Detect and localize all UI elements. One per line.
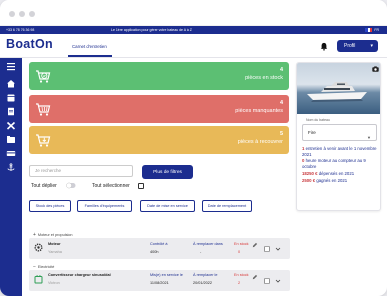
window-dot — [9, 11, 15, 17]
engine-hours-label: heure moteur au compteur au 9 octobre — [302, 158, 366, 169]
missing-count: 4 — [279, 100, 283, 106]
profile-label: Profil — [344, 43, 356, 49]
boat-name-label: Nom du bateau — [306, 118, 330, 122]
col1-label: Mis(e) en service le — [150, 273, 183, 277]
chevron-down-icon[interactable] — [275, 278, 281, 284]
col2-value: 20/01/2022 — [193, 281, 213, 285]
inventory-icon[interactable] — [6, 135, 16, 144]
col1-value: 11/08/2021 — [150, 281, 169, 285]
menu-icon[interactable] — [6, 62, 16, 71]
col2-label: À remplacer dans — [193, 242, 223, 246]
boaton-logo[interactable]: BoatOn — [6, 37, 53, 51]
battery-icon — [34, 275, 43, 284]
french-flag-icon — [365, 27, 373, 32]
active-tab-indicator — [68, 55, 112, 57]
chevron-down-icon: ▾ — [370, 43, 373, 49]
earned-label: gagnés en 2021 — [315, 178, 348, 183]
camera-icon[interactable] — [372, 66, 379, 72]
edit-icon[interactable] — [252, 242, 258, 248]
language-code: FR — [374, 27, 379, 32]
stock-card-in-stock[interactable]: 4 pièces en stock — [29, 62, 289, 90]
col3-value: 2 — [238, 281, 241, 285]
expand-all-label: Tout déplier — [31, 183, 57, 189]
cart-icon — [36, 103, 51, 116]
checkbox-icon[interactable] — [264, 246, 270, 252]
group-title: Electricité — [37, 265, 55, 269]
gear-icon — [34, 243, 43, 252]
col3-value: 0 — [238, 250, 241, 254]
boat-name-value: Fire — [308, 130, 316, 135]
earned-text: 2500 € gagnés en 2021 — [302, 178, 380, 184]
window-dot — [19, 11, 25, 17]
col2-value: - — [200, 250, 202, 254]
group-title: Moteur et propulsion — [37, 233, 73, 237]
maintenance-text: entretien à venir avant le 1 novembre 20… — [302, 146, 377, 157]
recover-label: pièces à recouvrer — [237, 139, 283, 145]
missing-label: pièces manquantes — [235, 108, 283, 114]
item-brand: Yamaha — [48, 250, 62, 254]
upcoming-maintenance-text: 1 entretien à venir avant le 1 novembre … — [302, 146, 380, 158]
phone-number[interactable]: +33 6 78 76 36 98 — [6, 28, 34, 32]
table-row[interactable]: Moteur Yamaha Contrôlé à 400h À remplace… — [29, 238, 290, 259]
expenses-icon[interactable] — [6, 149, 16, 158]
col3-label: En stock — [234, 242, 249, 246]
more-filters-button[interactable]: Plus de filtres — [142, 165, 193, 179]
stock-card-missing[interactable]: 4 pièces manquantes — [29, 95, 289, 123]
expand-all-toggle[interactable] — [66, 182, 76, 189]
cart-check-icon — [36, 70, 51, 83]
sort-families-button[interactable]: Familles d'équipements — [77, 200, 132, 212]
top-info-bar: +33 6 78 76 36 98 Le 1ère application po… — [0, 26, 387, 34]
table-row[interactable]: Convertisseur chargeur sinusoïdal Victro… — [29, 270, 290, 291]
col2-label: À remplacer le — [193, 273, 218, 277]
spent-label: dépensés en 2021 — [317, 171, 355, 176]
search-input[interactable]: Je recherche — [29, 165, 133, 177]
promo-text: Le 1ère application pour gérer votre bat… — [111, 28, 192, 32]
bell-icon[interactable] — [320, 42, 328, 51]
edit-icon[interactable] — [252, 274, 258, 280]
home-icon[interactable] — [6, 79, 16, 88]
sort-stock-button[interactable]: Stock des pièces — [29, 200, 71, 212]
select-all-label: Tout sélectionner — [92, 183, 130, 189]
spent-text: 18250 € dépensés en 2021 — [302, 171, 380, 177]
item-name: Convertisseur chargeur sinusoïdal — [48, 273, 111, 277]
item-brand: Victron — [48, 281, 60, 285]
col3-label: En stock — [234, 273, 249, 277]
yacht-illustration — [307, 82, 367, 102]
checkbox-icon[interactable] — [264, 278, 270, 284]
window-dot — [29, 11, 35, 17]
stock-label: pièces en stock — [245, 75, 283, 81]
header: BoatOn Carnet d'entretien — [0, 34, 387, 58]
document-icon[interactable] — [6, 107, 16, 116]
spent-amount: 18250 € — [302, 171, 318, 176]
col1-value: 400h — [150, 250, 159, 254]
chevron-down-icon[interactable] — [275, 246, 281, 252]
stock-card-to-recover[interactable]: 5 pièces à recouvrer — [29, 126, 289, 154]
engine-hours-text: 0 heure moteur au compteur au 9 octobre — [302, 158, 380, 170]
tools-icon[interactable] — [6, 121, 16, 130]
cart-arrow-icon — [36, 134, 51, 147]
stock-count: 4 — [279, 67, 283, 73]
sort-service-date-button[interactable]: Date de mise en service — [140, 200, 195, 212]
tab-maintenance-log[interactable]: Carnet d'entretien — [72, 44, 107, 49]
sort-replacement-date-button[interactable]: Date de remplacement — [202, 200, 252, 212]
chevron-down-icon: ▼ — [367, 135, 371, 140]
calendar-icon[interactable] — [6, 93, 16, 102]
boat-name-select[interactable]: Fire ▼ — [302, 124, 377, 141]
window-chrome — [0, 0, 387, 26]
item-name: Moteur — [48, 242, 61, 246]
sidebar — [0, 58, 22, 296]
select-all-checkbox[interactable] — [138, 183, 144, 189]
col1-label: Contrôlé à — [150, 242, 168, 246]
recover-count: 5 — [279, 131, 283, 137]
boat-card: Nom du bateau Fire ▼ 1 entretien à venir… — [296, 62, 381, 211]
anchor-icon[interactable] — [6, 163, 16, 172]
earned-amount: 2500 € — [302, 178, 316, 183]
app-window: +33 6 78 76 36 98 Le 1ère application po… — [0, 0, 387, 296]
language-switch[interactable]: FR — [365, 27, 379, 32]
boat-photo[interactable] — [297, 63, 380, 114]
profile-button[interactable]: Profil ▾ — [337, 40, 378, 52]
